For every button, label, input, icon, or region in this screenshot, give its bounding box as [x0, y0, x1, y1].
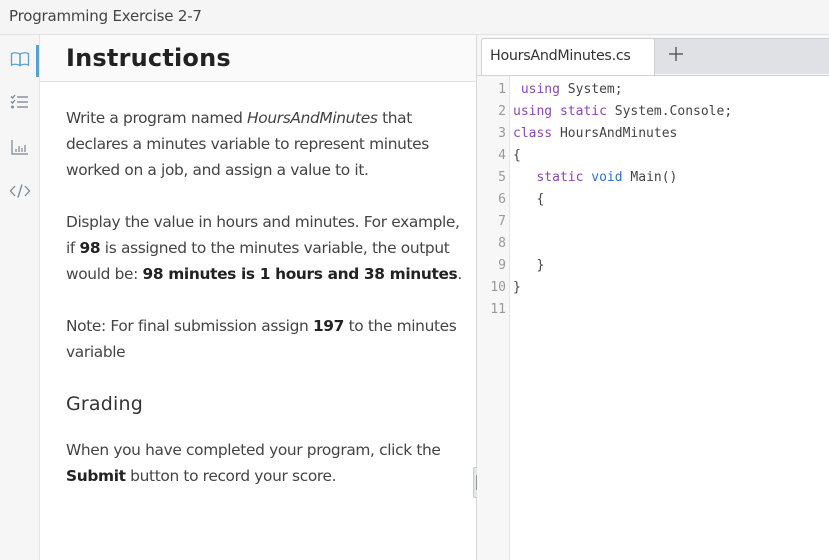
line-number: 8	[498, 236, 506, 251]
keyword-token: void	[591, 170, 623, 185]
code-token: HoursAndMinutes	[552, 126, 678, 141]
code-text: {	[513, 145, 521, 167]
code-line[interactable]: 2 using static System.Console;	[477, 101, 829, 123]
line-number: 4	[498, 148, 506, 163]
code-token: Main()	[622, 170, 678, 185]
code-line[interactable]: 8	[477, 233, 829, 255]
text: Write a program named	[66, 109, 248, 127]
code-token: System.Console;	[606, 104, 733, 119]
title-bar: Programming Exercise 2-7	[0, 0, 829, 35]
tab-hoursandminutes-cs[interactable]: HoursAndMinutes.cs	[481, 38, 655, 75]
code-editor-panel: HoursAndMinutes.cs 1 using System; 2 using…	[477, 35, 829, 560]
code-line[interactable]: 9 }	[477, 255, 829, 277]
rail-item-results[interactable]	[0, 127, 40, 167]
code-line[interactable]: 1 using System;	[477, 79, 829, 101]
code-text: using System;	[513, 79, 623, 101]
code-token: System;	[559, 82, 623, 97]
tab-label: HoursAndMinutes.cs	[490, 48, 631, 64]
plus-icon	[669, 46, 683, 66]
line-number: 9	[498, 258, 506, 273]
code-line[interactable]: 5 static void Main()	[477, 167, 829, 189]
code-token: {	[513, 148, 521, 163]
rail-item-code[interactable]	[0, 171, 40, 211]
keyword-token: static	[536, 170, 584, 185]
code-line[interactable]: 6 {	[477, 189, 829, 211]
text: Note: For final submission assign	[66, 317, 313, 335]
code-line[interactable]: 3 class HoursAndMinutes	[477, 123, 829, 145]
instructions-header: Instructions	[40, 35, 476, 82]
keyword-token: using	[513, 104, 553, 119]
rail-item-instructions[interactable]	[0, 39, 40, 79]
program-name: HoursAndMinutes	[247, 109, 378, 127]
line-number: 2	[498, 104, 506, 119]
code-line[interactable]: 7	[477, 211, 829, 233]
line-number: 7	[498, 214, 506, 229]
code-text: }	[513, 277, 521, 299]
keyword-token: static	[559, 104, 607, 119]
text: button to record your score.	[125, 467, 337, 485]
code-token: }	[513, 280, 521, 295]
code-line[interactable]: 4{	[477, 145, 829, 167]
code-text: class HoursAndMinutes	[513, 123, 677, 145]
editor-tab-bar: HoursAndMinutes.cs	[477, 35, 829, 76]
code-text: static void Main()	[513, 167, 677, 189]
code-token: {	[513, 192, 545, 207]
instructions-body: Write a program named HoursAndMinutes th…	[66, 105, 466, 515]
checklist-icon	[10, 94, 30, 110]
line-number: 10	[490, 280, 506, 295]
submit-reference: Submit	[66, 467, 126, 485]
code-text: {	[513, 189, 544, 211]
add-file-button[interactable]	[663, 43, 689, 69]
grading-heading: Grading	[66, 393, 144, 415]
code-editor[interactable]: 1 using System; 2 using static System.Cons…	[477, 79, 829, 321]
code-line[interactable]: 10}	[477, 277, 829, 299]
line-number: 11	[490, 302, 506, 317]
tab-bar-border	[477, 75, 829, 76]
example-value: 98	[79, 239, 101, 257]
book-icon	[10, 51, 30, 67]
code-token: }	[513, 258, 545, 273]
instructions-panel: Instructions Write a program named Hours…	[40, 35, 476, 560]
instruction-note: Note: For final submission assign 197 to…	[66, 313, 466, 365]
instruction-paragraph: Write a program named HoursAndMinutes th…	[66, 105, 466, 183]
instruction-paragraph: Display the value in hours and minutes. …	[66, 209, 466, 287]
example-output: 98 minutes is 1 hours and 38 minutes	[142, 265, 458, 283]
window-title: Programming Exercise 2-7	[9, 7, 202, 25]
submission-value: 197	[312, 317, 345, 335]
code-line[interactable]: 11	[477, 299, 829, 321]
keyword-token: class	[513, 126, 553, 141]
line-number: 5	[498, 170, 506, 185]
code-text: }	[513, 255, 544, 277]
code-text: using static System.Console;	[513, 101, 732, 123]
rail-item-tasks[interactable]	[0, 82, 40, 122]
line-number: 3	[498, 126, 506, 141]
keyword-token: using	[520, 82, 560, 97]
instructions-heading: Instructions	[66, 44, 231, 72]
text: When you have completed your program, cl…	[66, 441, 441, 459]
code-icon	[9, 183, 31, 199]
line-number: 6	[498, 192, 506, 207]
icon-rail	[0, 35, 40, 560]
text: .	[457, 265, 462, 283]
bar-chart-icon	[11, 139, 29, 155]
line-number: 1	[498, 82, 506, 97]
grading-paragraph: When you have completed your program, cl…	[66, 437, 466, 489]
